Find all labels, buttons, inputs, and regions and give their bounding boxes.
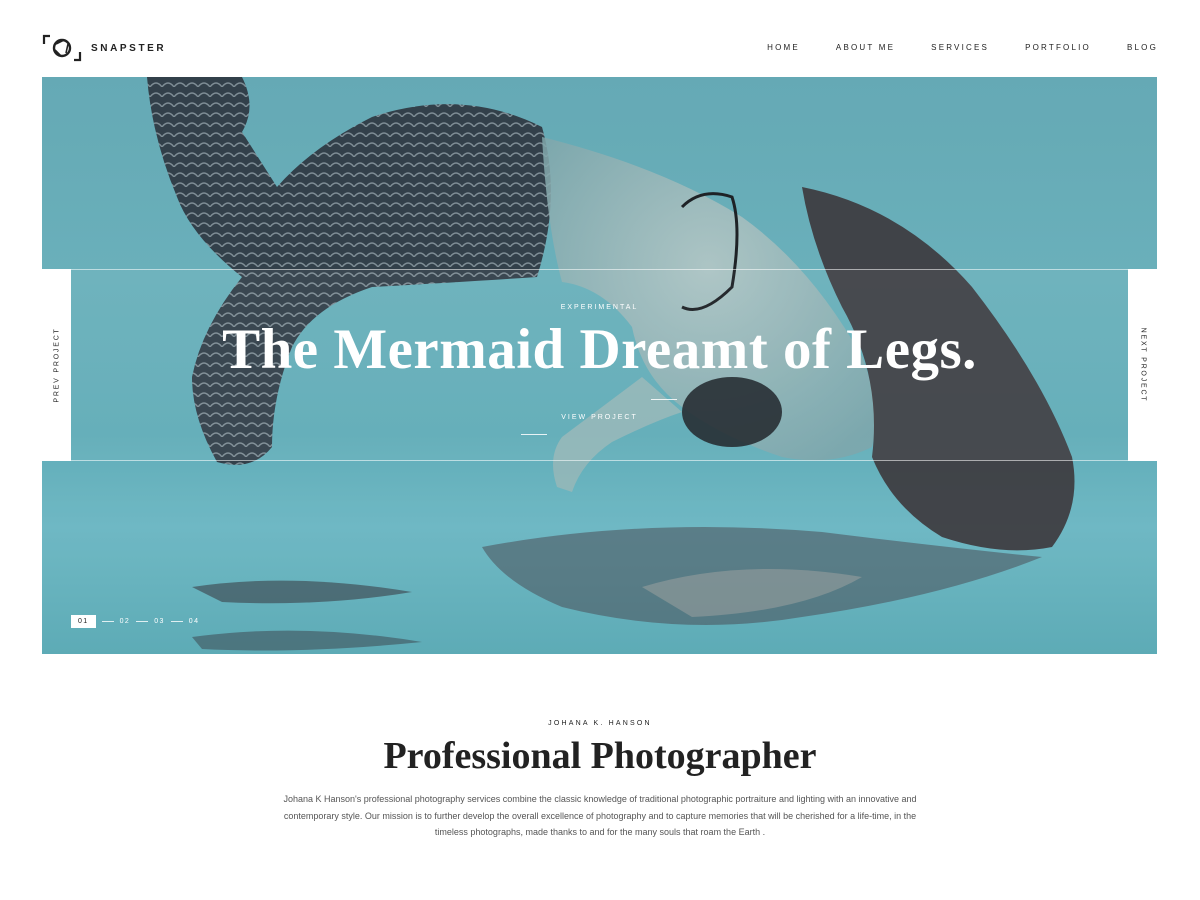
slide-category: EXPERIMENTAL <box>560 304 639 311</box>
about-title: Professional Photographer <box>383 735 817 777</box>
about-description: Johana K Hanson's professional photograp… <box>283 794 917 837</box>
main-nav: HOME ABOUT ME SERVICES PORTFOLIO BLOG <box>731 43 1158 52</box>
nav-services[interactable]: SERVICES <box>931 43 989 52</box>
hero-slider: PREV PROJECT NEXT PROJECT EXPERIMENTAL T… <box>42 77 1157 654</box>
slider-pagination: 01 02 03 04 <box>71 615 199 628</box>
pager-item-04[interactable]: 04 <box>189 618 200 625</box>
pager-separator <box>101 621 114 622</box>
view-project-underline <box>521 434 547 435</box>
nav-about-me[interactable]: ABOUT ME <box>836 43 895 52</box>
pager-item-02[interactable]: 02 <box>120 618 131 625</box>
nav-portfolio[interactable]: PORTFOLIO <box>1025 43 1091 52</box>
view-project-link[interactable]: VIEW PROJECT <box>42 414 1157 421</box>
title-divider <box>651 399 677 400</box>
camera-shutter-icon <box>42 34 82 62</box>
pager-separator <box>136 621 149 622</box>
pager-separator <box>170 621 183 622</box>
brand-name: SNAPSTER <box>91 42 167 54</box>
nav-blog[interactable]: BLOG <box>1127 43 1158 52</box>
photographer-name: JOHANA K. HANSON <box>548 720 652 727</box>
logo[interactable]: SNAPSTER <box>42 34 166 62</box>
nav-home[interactable]: HOME <box>767 43 800 52</box>
site-header: SNAPSTER HOME ABOUT ME SERVICES PORTFOLI… <box>0 0 1200 78</box>
slide-title: The Mermaid Dreamt of Legs. <box>222 318 977 381</box>
pager-item-03[interactable]: 03 <box>154 618 165 625</box>
pager-item-01[interactable]: 01 <box>71 615 96 628</box>
